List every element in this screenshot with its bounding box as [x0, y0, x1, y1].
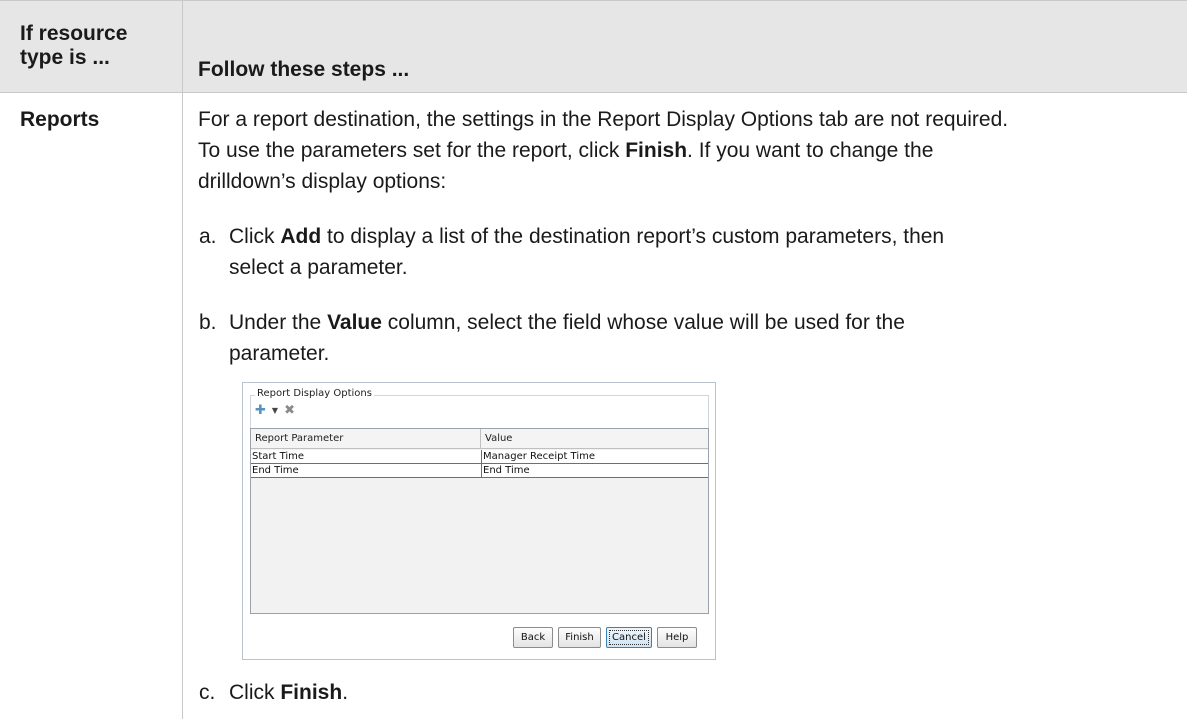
table-header-row — [0, 0, 1187, 92]
intro-line-2-part-1: To use the parameters set for the report… — [198, 139, 626, 162]
step-a-add-bold: Add — [280, 225, 322, 248]
column-header-value[interactable]: Value — [481, 429, 708, 449]
table-top-border — [0, 0, 1187, 1]
remove-x-icon[interactable]: ✖ — [284, 403, 295, 419]
step-b-line-2: parameter. — [229, 342, 330, 365]
row-parameter-cell[interactable]: Start Time — [251, 450, 482, 463]
step-b-text-2: column, select the field whose value wil… — [381, 311, 905, 334]
row-parameter-cell[interactable]: End Time — [251, 464, 482, 477]
header-col-resource-type: If resource type is ... — [20, 22, 127, 70]
finish-button[interactable]: Finish — [558, 627, 601, 648]
table-row[interactable]: End Time End Time — [251, 464, 708, 478]
step-a-text-2: to display a list of the destination rep… — [321, 225, 945, 248]
step-c-text-1: Click — [229, 681, 281, 704]
step-c-marker: c. — [199, 681, 216, 704]
header-col1-line1: If resource — [20, 22, 128, 45]
column-divider — [182, 0, 183, 719]
report-display-options-dialog: Report Display Options ✚ ▼ ✖ Report Para… — [242, 382, 716, 660]
group-title: Report Display Options — [255, 388, 374, 399]
step-c-finish-bold: Finish — [280, 681, 343, 704]
intro-finish-bold: Finish — [625, 139, 688, 162]
step-b-text-1: Under the — [229, 311, 328, 334]
step-b-line-1: Under the Value column, select the field… — [229, 307, 905, 338]
step-a-line-2: select a parameter. — [229, 256, 408, 279]
intro-line-2-part-3: . If you want to change the — [687, 139, 934, 162]
step-b-marker: b. — [199, 311, 217, 334]
intro-line-2: To use the parameters set for the report… — [198, 135, 933, 166]
resource-type-reports: Reports — [20, 108, 100, 131]
back-button[interactable]: Back — [513, 627, 553, 648]
step-b-value-bold: Value — [327, 311, 382, 334]
add-plus-icon[interactable]: ✚ — [255, 403, 266, 419]
help-button[interactable]: Help — [657, 627, 697, 648]
step-a-text-1: Click — [229, 225, 281, 248]
row-value-cell[interactable]: End Time — [482, 464, 707, 477]
step-a-line-1: Click Add to display a list of the desti… — [229, 221, 944, 252]
step-c-line-1: Click Finish. — [229, 677, 348, 708]
intro-line-1: For a report destination, the settings i… — [198, 108, 1009, 131]
step-a-marker: a. — [199, 225, 217, 248]
table-row[interactable]: Start Time Manager Receipt Time — [251, 450, 708, 464]
column-header-report-parameter[interactable]: Report Parameter — [251, 429, 481, 449]
step-c-text-2: . — [342, 681, 349, 704]
header-col-steps: Follow these steps ... — [198, 58, 410, 81]
parameter-toolbar: ✚ ▼ ✖ — [255, 403, 295, 419]
cancel-button[interactable]: Cancel — [606, 627, 652, 648]
parameter-table: Report Parameter Value Start Time Manage… — [250, 428, 709, 614]
row-value-cell[interactable]: Manager Receipt Time — [482, 450, 707, 463]
header-col1-line2: type is ... — [20, 46, 110, 69]
intro-line-3: drilldown’s display options: — [198, 170, 447, 193]
dropdown-arrow-icon[interactable]: ▼ — [272, 403, 278, 419]
header-divider — [0, 92, 1187, 93]
